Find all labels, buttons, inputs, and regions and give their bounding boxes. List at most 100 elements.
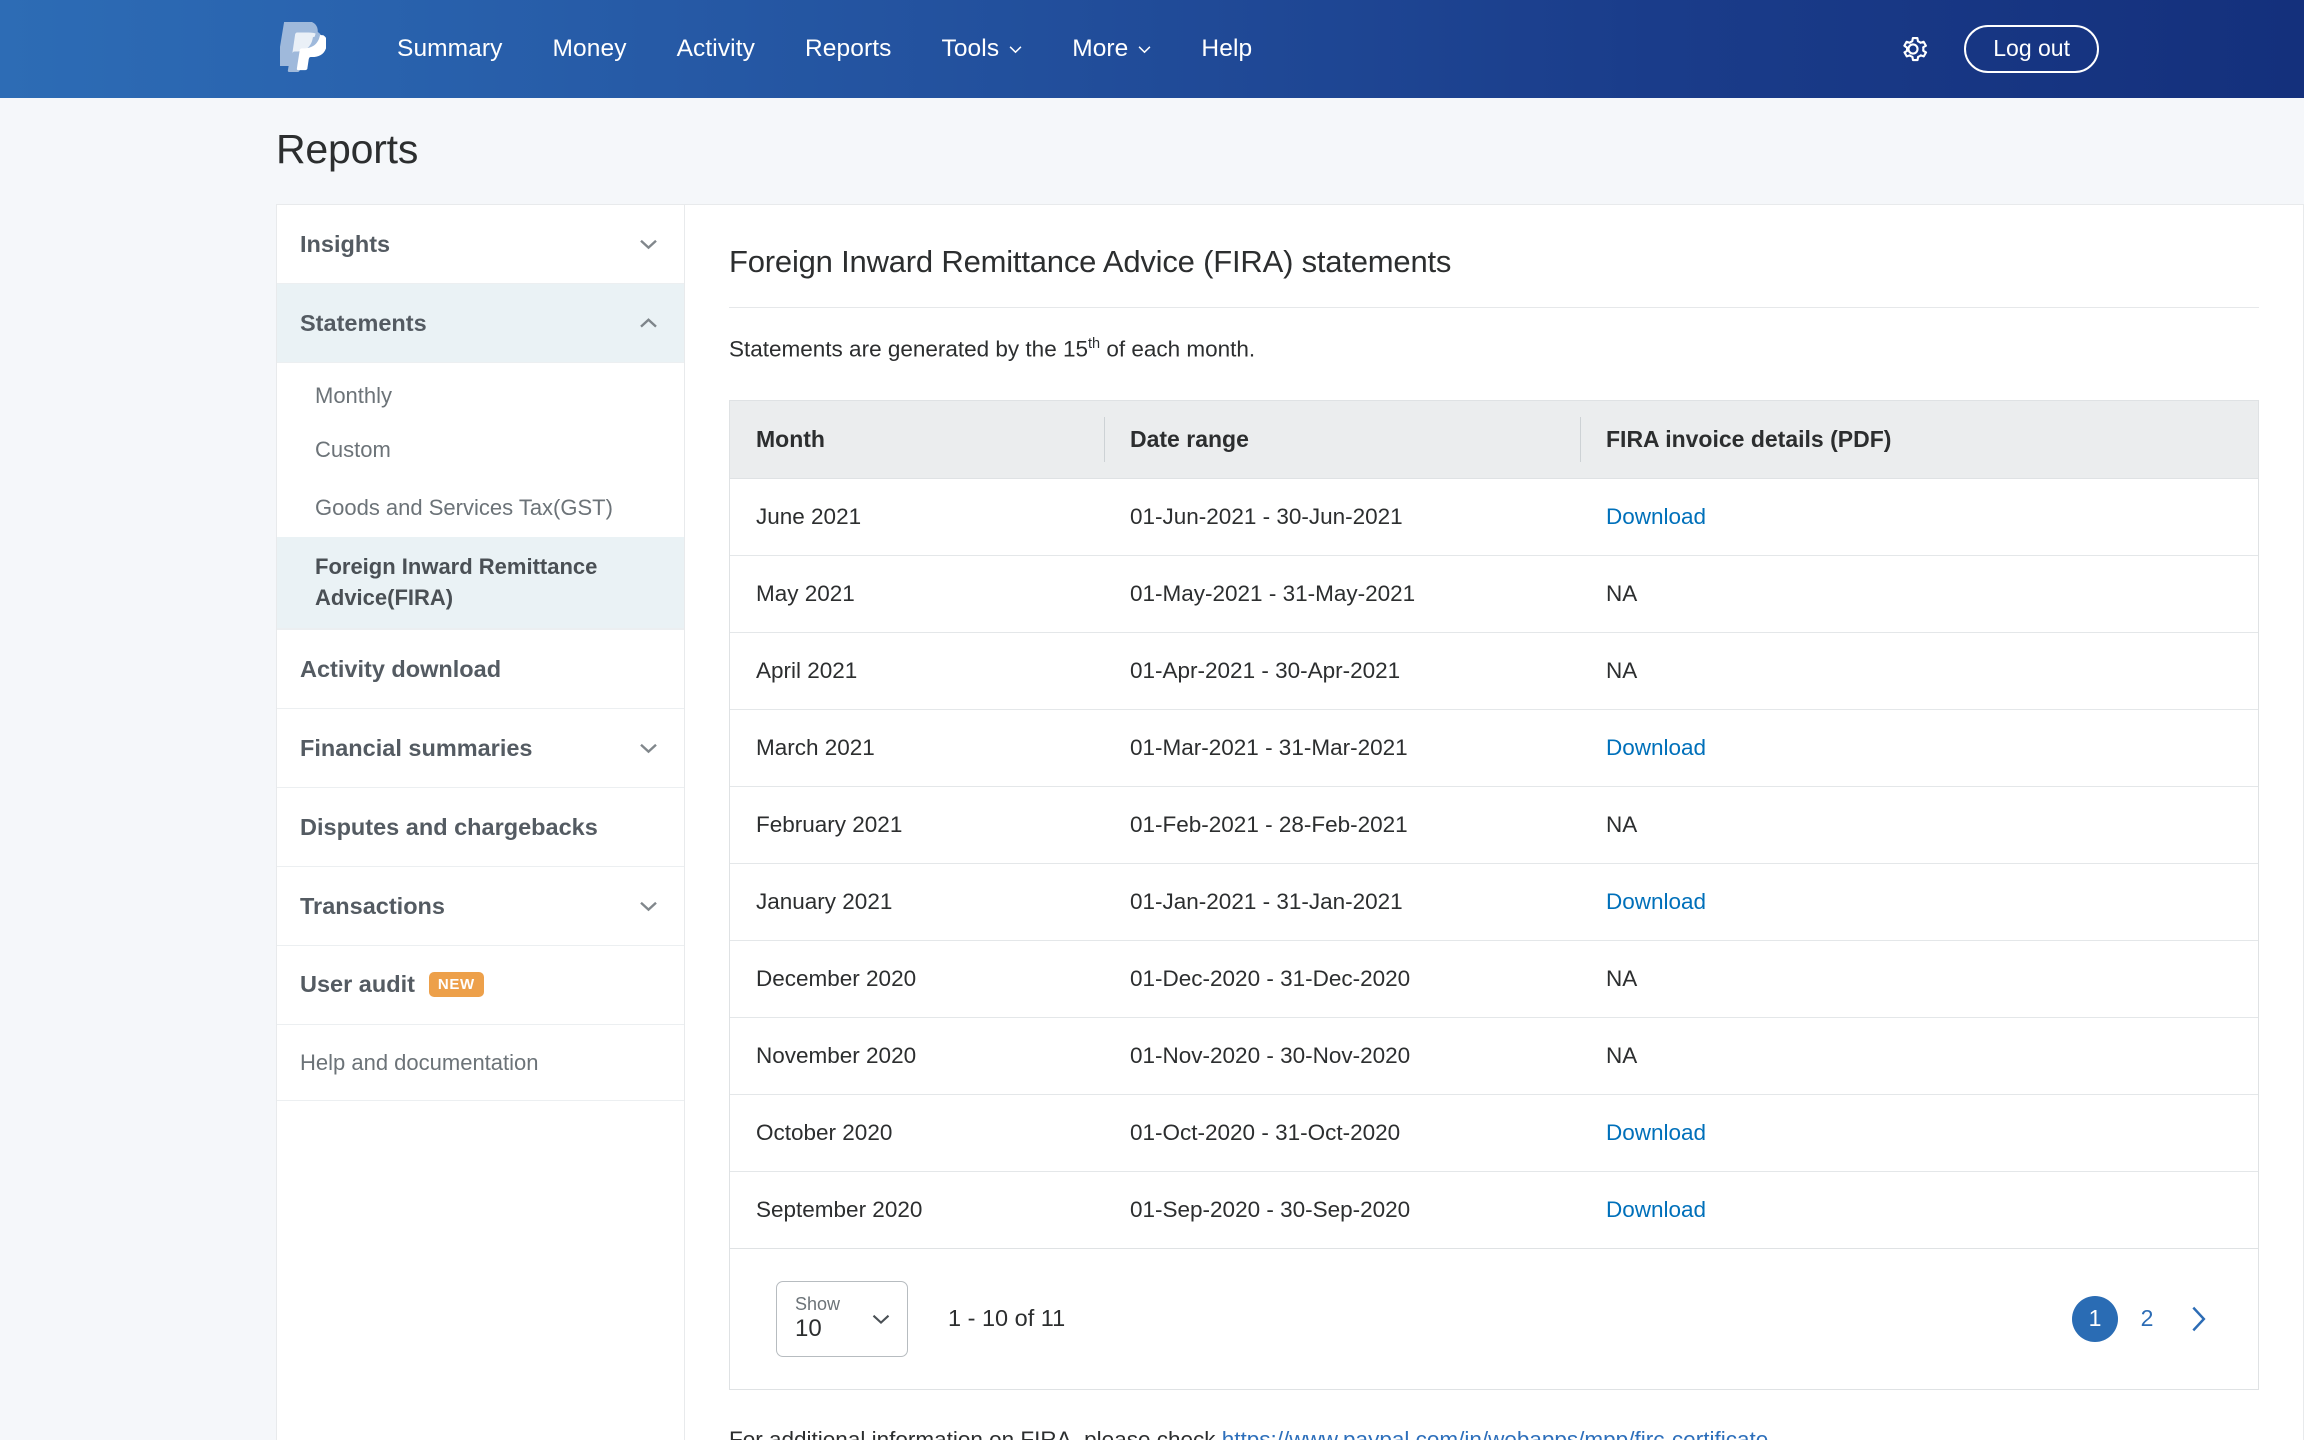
statements-table: Month Date range FIRA invoice details (P…: [730, 400, 2258, 1248]
sidebar-item-insights[interactable]: Insights: [277, 205, 684, 284]
note-after: of each month.: [1100, 336, 1256, 362]
download-link[interactable]: Download: [1606, 1197, 1706, 1222]
cell-month: November 2020: [730, 1017, 1104, 1095]
nav-link-label: Help: [1201, 35, 1253, 62]
table-row: September 2020 01-Sep-2020 - 30-Sep-2020…: [730, 1171, 2258, 1248]
cell-date-range: 01-Jun-2021 - 30-Jun-2021: [1104, 478, 1580, 556]
chevron-down-icon: [1009, 45, 1022, 53]
cell-date-range: 01-Oct-2020 - 31-Oct-2020: [1104, 1094, 1580, 1172]
nav-link-summary[interactable]: Summary: [372, 35, 528, 63]
note-before: Statements are generated by the 15: [729, 336, 1088, 362]
cell-month: January 2021: [730, 863, 1104, 941]
statements-submenu: Monthly Custom Goods and Services Tax(GS…: [277, 363, 684, 630]
firc-certificate-link[interactable]: https://www.paypal.com/in/webapps/mpp/fi…: [1222, 1427, 1768, 1440]
top-navbar: Summary Money Activity Reports Tools Mor…: [0, 0, 2304, 98]
new-badge: NEW: [428, 971, 484, 997]
cell-month: April 2021: [730, 632, 1104, 710]
card-heading: Foreign Inward Remittance Advice (FIRA) …: [729, 244, 2259, 308]
cell-month: December 2020: [730, 940, 1104, 1018]
paypal-logo[interactable]: [280, 22, 326, 76]
rows-per-page-value: 10: [795, 1315, 822, 1343]
sidebar-item-label: User audit: [300, 971, 415, 998]
cell-fira-pdf: Download: [1580, 1171, 2258, 1248]
chevron-down-icon: [872, 1314, 890, 1324]
sidebar-item-transactions[interactable]: Transactions: [277, 867, 684, 946]
cell-month: October 2020: [730, 1094, 1104, 1172]
cell-fira-pdf: NA: [1580, 555, 2258, 633]
pagination-controls: 1 2: [2072, 1295, 2222, 1342]
nav-link-tools[interactable]: Tools: [916, 35, 1047, 63]
sidebar-item-label: Financial summaries: [300, 734, 533, 761]
reports-sidebar: Insights Statements Monthly Custom Goods…: [276, 204, 684, 1440]
nav-link-label: Reports: [804, 35, 892, 62]
note-sup: th: [1088, 336, 1101, 352]
cell-month: September 2020: [756, 1196, 923, 1222]
nav-link-label: Money: [552, 35, 627, 62]
generation-note: Statements are generated by the 15th of …: [729, 336, 2259, 363]
sidebar-item-disputes-chargebacks[interactable]: Disputes and chargebacks: [277, 788, 684, 867]
nav-link-label: Activity: [676, 35, 755, 62]
sidebar-item-label: Statements: [300, 309, 427, 336]
sidebar-item-monthly[interactable]: Monthly: [277, 363, 684, 421]
chevron-up-icon: [640, 318, 657, 328]
sidebar-item-financial-summaries[interactable]: Financial summaries: [277, 709, 684, 788]
next-page-button[interactable]: [2176, 1296, 2222, 1342]
sidebar-item-gst[interactable]: Goods and Services Tax(GST): [277, 479, 684, 537]
cell-date-range: 01-Dec-2020 - 31-Dec-2020: [1104, 940, 1580, 1018]
nav-link-label: Summary: [397, 35, 503, 62]
cell-date-range: 01-Feb-2021 - 28-Feb-2021: [1104, 786, 1580, 864]
download-link[interactable]: Download: [1606, 1120, 1706, 1145]
nav-link-label: Tools: [941, 35, 1000, 62]
cell-fira-pdf: NA: [1580, 786, 2258, 864]
sidebar-item-label: Insights: [300, 230, 391, 257]
rows-per-page-select[interactable]: Show 10: [776, 1280, 908, 1357]
sidebar-item-custom[interactable]: Custom: [277, 421, 684, 479]
sidebar-item-user-audit[interactable]: User audit NEW: [277, 946, 684, 1025]
table-row: June 2021 01-Jun-2021 - 30-Jun-2021 Down…: [730, 478, 2258, 556]
page-button-2[interactable]: 2: [2124, 1296, 2170, 1342]
nav-link-label: More: [1072, 35, 1129, 62]
fira-statements-card: Foreign Inward Remittance Advice (FIRA) …: [684, 204, 2304, 1440]
chevron-down-icon: [640, 743, 657, 754]
table-footer: Show 10 1 - 10 of 11 1 2: [730, 1247, 2258, 1389]
rows-per-page-label: Show: [795, 1294, 841, 1315]
sidebar-item-statements[interactable]: Statements: [277, 284, 684, 363]
chevron-down-icon: [640, 901, 657, 912]
cell-date-range: 01-May-2021 - 31-May-2021: [1104, 555, 1580, 633]
page-title: Reports: [276, 126, 419, 172]
cell-date-range: 01-Sep-2020 - 30-Sep-2020: [1130, 1196, 1411, 1222]
cell-fira-pdf: Download: [1580, 863, 2258, 941]
cell-fira-pdf: NA: [1580, 632, 2258, 710]
cell-date-range: 01-Apr-2021 - 30-Apr-2021: [1104, 632, 1580, 710]
column-header-date-range: Date range: [1104, 400, 1580, 479]
nav-link-more[interactable]: More: [1047, 35, 1176, 63]
sidebar-item-label: Activity download: [300, 655, 502, 682]
navbar-right: Log out: [1896, 0, 2099, 98]
nav-link-help[interactable]: Help: [1176, 35, 1277, 63]
table-row: March 2021 01-Mar-2021 - 31-Mar-2021 Dow…: [730, 709, 2258, 787]
cell-date-range: 01-Jan-2021 - 31-Jan-2021: [1104, 863, 1580, 941]
cell-fira-pdf: NA: [1580, 1017, 2258, 1095]
cell-month: February 2021: [730, 786, 1104, 864]
gear-icon[interactable]: [1896, 32, 1930, 66]
cell-date-range: 01-Mar-2021 - 31-Mar-2021: [1104, 709, 1580, 787]
navbar-left: Summary Money Activity Reports Tools Mor…: [280, 22, 1277, 76]
page-button-1[interactable]: 1: [2072, 1295, 2118, 1342]
download-link[interactable]: Download: [1606, 504, 1706, 529]
nav-link-reports[interactable]: Reports: [780, 35, 917, 63]
cell-date-range: 01-Nov-2020 - 30-Nov-2020: [1104, 1017, 1580, 1095]
download-link[interactable]: Download: [1606, 735, 1706, 760]
sidebar-item-fira[interactable]: Foreign Inward Remittance Advice(FIRA): [277, 537, 684, 629]
download-link[interactable]: Download: [1606, 889, 1706, 914]
chevron-down-icon: [640, 239, 657, 250]
nav-link-money[interactable]: Money: [528, 35, 652, 63]
chevron-right-icon: [2192, 1306, 2206, 1331]
nav-link-activity[interactable]: Activity: [652, 35, 780, 63]
table-row: April 2021 01-Apr-2021 - 30-Apr-2021 NA: [730, 632, 2258, 710]
sidebar-item-activity-download[interactable]: Activity download: [277, 630, 684, 709]
cell-month: June 2021: [730, 478, 1104, 556]
logout-button[interactable]: Log out: [1964, 25, 2099, 73]
sidebar-item-help-documentation[interactable]: Help and documentation: [277, 1025, 684, 1101]
column-header-fira-pdf: FIRA invoice details (PDF): [1580, 400, 2258, 479]
sidebar-item-label: Help and documentation: [300, 1049, 539, 1075]
